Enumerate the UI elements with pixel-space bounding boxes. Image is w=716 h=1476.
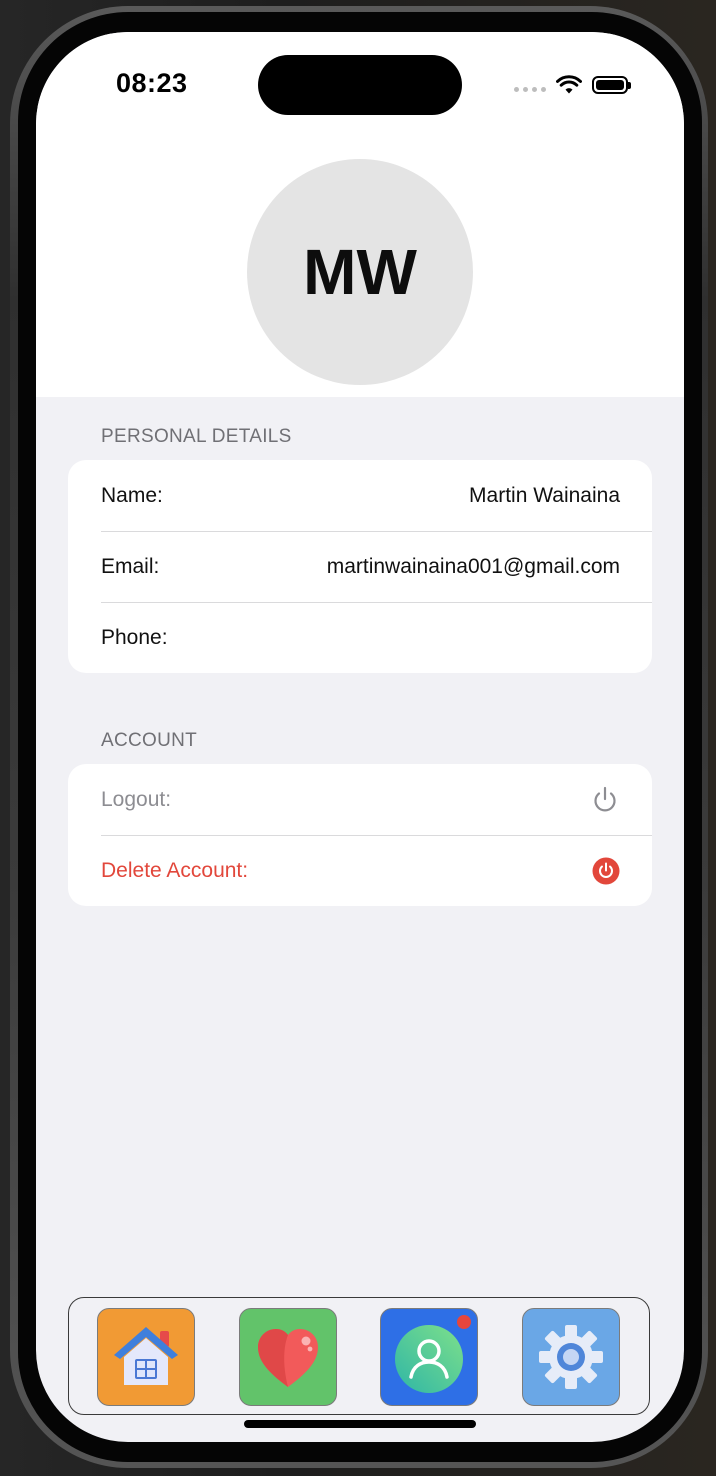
- phone-row[interactable]: Phone:: [68, 602, 652, 673]
- personal-details-title: PERSONAL DETAILS: [101, 426, 292, 447]
- status-time: 08:23: [116, 68, 188, 98]
- delete-account-row[interactable]: Delete Account:: [68, 835, 652, 906]
- tab-profile[interactable]: [380, 1308, 478, 1406]
- account-title: ACCOUNT: [101, 730, 198, 751]
- gear-icon: [539, 1325, 603, 1389]
- heart-icon: [258, 1329, 318, 1387]
- name-row[interactable]: Name: Martin Wainaina: [68, 460, 652, 531]
- profile-header: 08:23 MW: [36, 32, 684, 397]
- battery-icon: [592, 76, 631, 94]
- avatar: MW: [247, 159, 473, 385]
- logout-row[interactable]: Logout:: [68, 764, 652, 835]
- delete-account-label: Delete Account:: [101, 858, 249, 882]
- personal-details-card: Name: Martin Wainaina Email: martinwaina…: [68, 460, 652, 673]
- home-indicator[interactable]: [244, 1420, 476, 1428]
- person-icon: [395, 1325, 463, 1393]
- notification-badge: [457, 1315, 471, 1329]
- wifi-icon: [556, 75, 582, 94]
- account-card: Logout: Delete Account:: [68, 764, 652, 906]
- status-icons: [514, 72, 631, 98]
- logout-label: Logout:: [101, 787, 172, 811]
- tab-home[interactable]: [97, 1308, 195, 1406]
- name-label: Name:: [101, 483, 163, 507]
- tab-settings[interactable]: [522, 1308, 620, 1406]
- email-label: Email:: [101, 554, 160, 578]
- email-row[interactable]: Email: martinwainaina001@gmail.com: [68, 531, 652, 602]
- power-icon[interactable]: [590, 785, 620, 815]
- tab-favorites[interactable]: [239, 1308, 337, 1406]
- name-value: Martin Wainaina: [469, 483, 620, 507]
- house-icon: [114, 1327, 178, 1385]
- app-screen: 08:23 MW PERSONAL DETAILS Name: Martin W…: [36, 32, 684, 1442]
- tab-bar: [68, 1297, 650, 1415]
- cellular-signal-icon: [514, 86, 546, 92]
- email-value: martinwainaina001@gmail.com: [326, 554, 620, 578]
- phone-label: Phone:: [101, 625, 168, 649]
- dynamic-island: [258, 55, 462, 115]
- delete-power-icon[interactable]: [592, 857, 620, 885]
